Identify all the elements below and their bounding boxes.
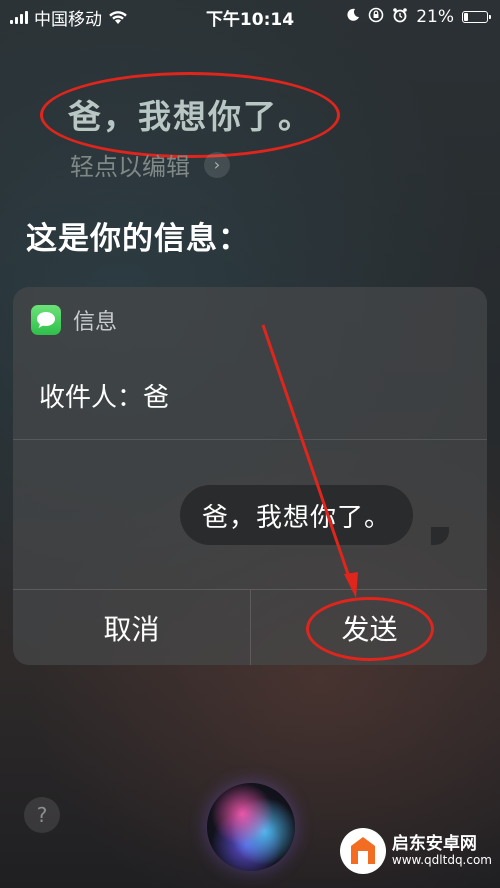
- watermark-title: 启东安卓网: [391, 834, 477, 855]
- battery-percent: 21%: [416, 7, 454, 27]
- status-right: 21%: [346, 0, 491, 34]
- rotation-lock-icon: [368, 7, 384, 28]
- wifi-icon: [108, 10, 128, 25]
- watermark-logo-icon: [339, 828, 386, 874]
- siri-reply: 这是你的信息：: [26, 221, 250, 257]
- tap-to-edit[interactable]: 轻点以编辑 ›: [70, 147, 230, 182]
- cancel-button[interactable]: 取消: [13, 590, 250, 665]
- watermark: 启东安卓网 www.qdltdq.com: [339, 828, 492, 874]
- annotation-circle-transcript: [40, 72, 340, 158]
- cellular-signal-icon: [10, 10, 28, 24]
- recipient-label: 收件人：爸: [39, 383, 170, 413]
- divider: [13, 439, 487, 440]
- annotation-circle-send: [306, 597, 434, 661]
- siri-orb-icon[interactable]: [207, 783, 295, 871]
- message-bubble-tail: [431, 527, 449, 545]
- alarm-icon: [392, 7, 408, 28]
- carrier-name: 中国移动: [34, 9, 102, 30]
- card-header: 信息: [31, 304, 117, 336]
- watermark-url: www.qdltdq.com: [391, 852, 492, 867]
- battery-fill: [464, 13, 468, 21]
- tap-to-edit-label: 轻点以编辑: [70, 153, 190, 181]
- watermark-text: 启东安卓网 www.qdltdq.com: [392, 835, 492, 867]
- messages-app-icon: [31, 305, 61, 335]
- message-bubble: 爸，我想你了。: [180, 485, 414, 545]
- moon-icon: [346, 7, 360, 27]
- status-bar: 中国移动 下午10:14 21%: [0, 0, 500, 34]
- chevron-right-icon: ›: [204, 151, 230, 178]
- status-time: 下午10:14: [205, 9, 295, 30]
- help-button[interactable]: ?: [24, 797, 60, 833]
- battery-icon: [462, 11, 491, 23]
- app-name: 信息: [73, 310, 118, 335]
- status-left: 中国移动: [10, 0, 128, 34]
